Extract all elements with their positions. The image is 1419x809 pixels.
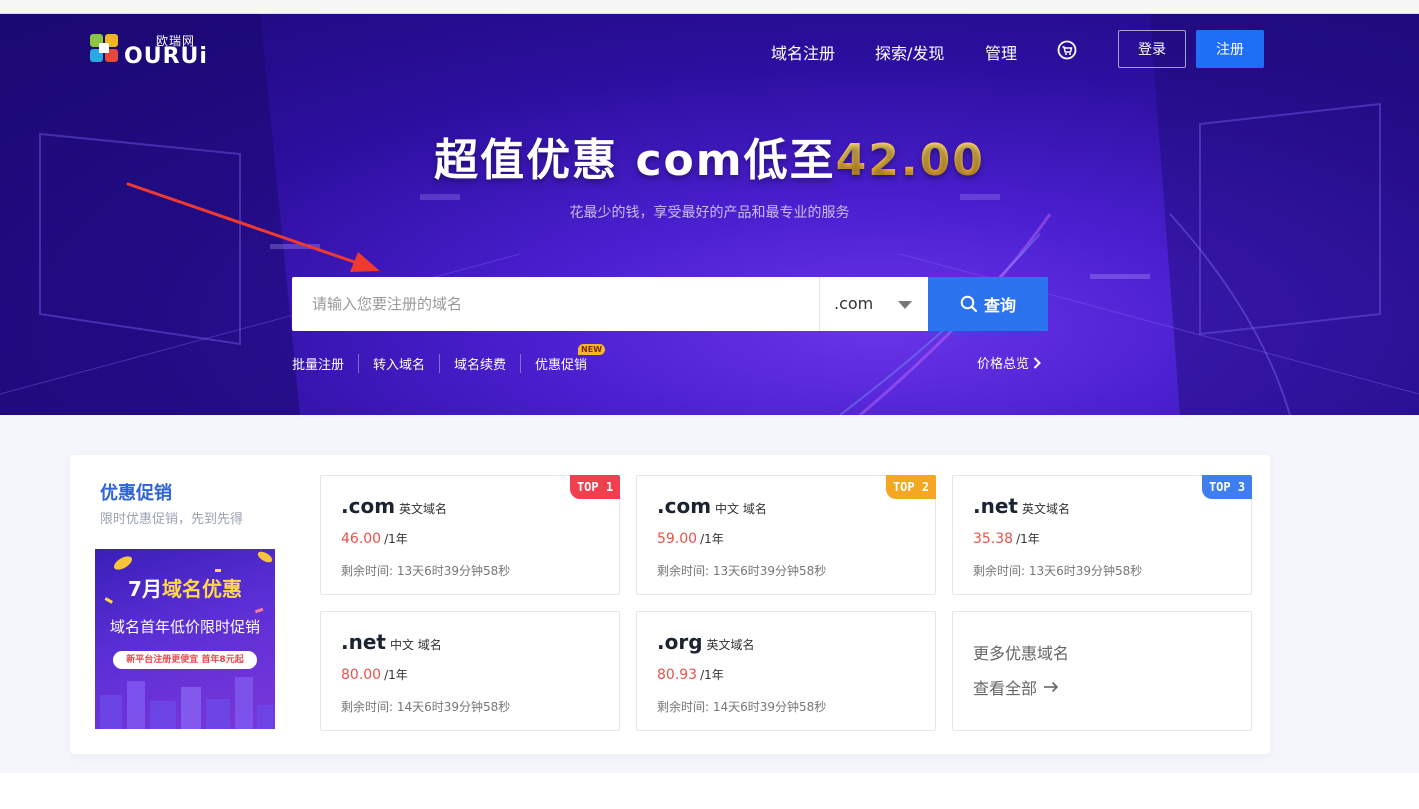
card-remaining-time: 剩余时间: 13天6时39分钟58秒	[657, 564, 827, 578]
card-price-unit: /1年	[384, 668, 408, 682]
arrow-right-icon	[1044, 681, 1059, 693]
promo-card-com-en[interactable]: .com 英文域名 46.00/1年 剩余时间: 13天6时39分钟58秒 TOP…	[320, 475, 620, 595]
nav-manage[interactable]: 管理	[985, 40, 1017, 64]
chevron-right-icon	[1033, 356, 1041, 369]
card-price-unit: /1年	[700, 532, 724, 546]
promo-card-net-cn[interactable]: .net 中文 域名 80.00/1年 剩余时间: 14天6时39分钟58秒	[320, 611, 620, 731]
card-tld-name: .com	[657, 494, 712, 518]
rank-badge-top3: TOP 3	[1202, 475, 1252, 499]
card-price-unit: /1年	[384, 532, 408, 546]
view-all-label: 查看全部	[973, 679, 1038, 698]
card-price-unit: /1年	[700, 668, 724, 682]
card-tld-name: .com	[341, 494, 396, 518]
card-tld-kind: 中文 域名	[715, 502, 767, 516]
tld-dropdown[interactable]: .com	[819, 277, 928, 331]
card-price-value: 80.93	[657, 667, 698, 683]
nav-domain-register[interactable]: 域名注册	[771, 40, 835, 64]
card-price: 80.93/1年	[657, 666, 724, 683]
banner-subtitle: 域名首年低价限时促销	[109, 618, 260, 636]
quick-link-bulk-register[interactable]: 批量注册	[292, 354, 358, 373]
card-price-value: 80.00	[341, 667, 382, 683]
card-tld-name: .org	[657, 630, 703, 654]
hero-headline: 超值优惠 com低至42.00	[0, 124, 1419, 188]
search-icon	[960, 295, 978, 313]
domain-search-bar: .com 查询	[292, 277, 1048, 331]
card-tld: .com 中文 域名	[657, 494, 767, 518]
banner-title: 7月域名优惠	[95, 573, 275, 602]
quick-links: 批量注册 转入域名 域名续费 优惠促销 NEW	[292, 343, 606, 373]
rank-badge-top2: TOP 2	[886, 475, 936, 499]
promotions-panel: 优惠促销 限时优惠促销，先到先得 7月域名优惠 域名首年低价限时促销 新平台注册…	[70, 455, 1270, 754]
page-bottom-area	[0, 773, 1419, 809]
browser-bookmark-strip	[0, 0, 1419, 14]
dropdown-arrow-icon	[898, 301, 912, 309]
more-promotions-title: 更多优惠域名	[973, 644, 1070, 663]
card-tld: .net 中文 域名	[341, 630, 442, 654]
card-remaining-time: 剩余时间: 14天6时39分钟58秒	[341, 700, 511, 714]
banner-title-month: 7月	[128, 577, 162, 601]
more-promotions-card[interactable]: 更多优惠域名 查看全部	[952, 611, 1252, 731]
quick-link-transfer[interactable]: 转入域名	[358, 353, 439, 373]
card-price: 80.00/1年	[341, 666, 408, 683]
card-price: 35.38/1年	[973, 530, 1040, 547]
card-tld: .com 英文域名	[341, 494, 447, 518]
promotions-subtitle: 限时优惠促销，先到先得	[100, 512, 244, 527]
price-overview-link[interactable]: 价格总览	[977, 353, 1041, 372]
quick-link-renew[interactable]: 域名续费	[439, 353, 520, 373]
card-price-value: 46.00	[341, 531, 382, 547]
card-tld: .org 英文域名	[657, 630, 755, 654]
card-remaining-time: 剩余时间: 14天6时39分钟58秒	[657, 700, 827, 714]
card-tld-kind: 英文域名	[706, 638, 755, 652]
quick-link-promotions-label: 优惠促销	[535, 357, 588, 373]
card-tld: .net 英文域名	[973, 494, 1070, 518]
card-price-value: 59.00	[657, 531, 698, 547]
hero-headline-price: 42.00	[835, 135, 985, 186]
card-price: 46.00/1年	[341, 530, 408, 547]
promotions-title: 优惠促销	[100, 483, 172, 504]
card-remaining-time: 剩余时间: 13天6时39分钟58秒	[973, 564, 1143, 578]
card-tld-kind: 英文域名	[399, 502, 448, 516]
register-button[interactable]: 注册	[1196, 30, 1264, 68]
card-price: 59.00/1年	[657, 530, 724, 547]
domain-search-input[interactable]	[292, 277, 819, 331]
banner-city-graphic	[100, 677, 273, 729]
promo-card-net-en[interactable]: .net 英文域名 35.38/1年 剩余时间: 13天6时39分钟58秒 TOP…	[952, 475, 1252, 595]
promo-card-com-cn[interactable]: .com 中文 域名 59.00/1年 剩余时间: 13天6时39分钟58秒 TO…	[636, 475, 936, 595]
banner-pill: 新平台注册更便宜 首年8元起	[113, 651, 257, 669]
card-remaining-time: 剩余时间: 13天6时39分钟58秒	[341, 564, 511, 578]
card-price-value: 35.38	[973, 531, 1014, 547]
banner-title-highlight: 域名优惠	[161, 577, 242, 601]
july-promo-banner[interactable]: 7月域名优惠 域名首年低价限时促销 新平台注册更便宜 首年8元起	[95, 549, 275, 729]
price-overview-label: 价格总览	[977, 357, 1030, 372]
promo-card-org-en[interactable]: .org 英文域名 80.93/1年 剩余时间: 14天6时39分钟58秒	[636, 611, 936, 731]
card-tld-name: .net	[341, 630, 386, 654]
rank-badge-top1: TOP 1	[570, 475, 620, 499]
hero-subline: 花最少的钱，享受最好的产品和最专业的服务	[569, 205, 850, 221]
hero-banner: 欧瑞网 OURUi 域名注册 探索/发现 管理 登录 注册 超值优惠 com低至…	[0, 14, 1419, 415]
hero-headline-text: 超值优惠 com低至	[434, 135, 836, 186]
new-badge: NEW	[578, 343, 606, 355]
login-button[interactable]: 登录	[1118, 30, 1186, 68]
view-all-link[interactable]: 查看全部	[973, 675, 1059, 699]
cart-icon[interactable]	[1057, 40, 1077, 60]
nav-explore[interactable]: 探索/发现	[875, 40, 944, 64]
card-tld-kind: 英文域名	[1021, 502, 1070, 516]
card-tld-kind: 中文 域名	[389, 638, 442, 652]
card-tld-name: .net	[973, 494, 1018, 518]
search-button-label: 查询	[983, 296, 1016, 315]
quick-link-promotions[interactable]: 优惠促销 NEW	[520, 343, 606, 373]
search-button[interactable]: 查询	[928, 277, 1048, 331]
card-price-unit: /1年	[1016, 532, 1040, 546]
tld-selected-value: .com	[834, 294, 874, 313]
